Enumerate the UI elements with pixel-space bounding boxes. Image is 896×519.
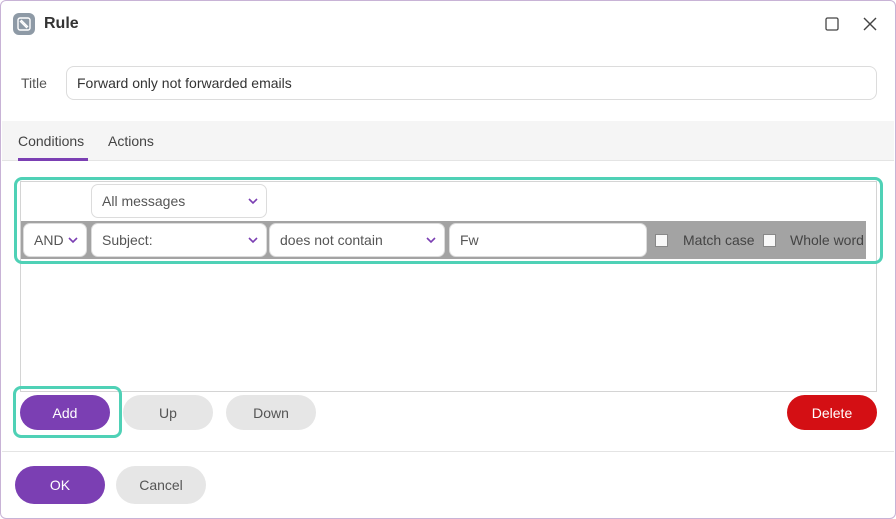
- close-button[interactable]: [859, 13, 881, 35]
- ok-button[interactable]: OK: [15, 466, 105, 504]
- title-label: Title: [21, 75, 47, 91]
- rule-app-icon: [13, 13, 35, 35]
- tab-bar: Conditions Actions: [2, 121, 894, 161]
- chevron-down-icon: [68, 237, 78, 244]
- maximize-icon: [825, 17, 839, 31]
- field-select-value: Subject:: [102, 232, 153, 248]
- chevron-down-icon: [248, 237, 258, 244]
- rule-dialog: Rule Title Conditions Actions All messag…: [0, 0, 896, 519]
- whole-word-checkbox[interactable]: [763, 234, 776, 247]
- active-tab-indicator: [18, 158, 88, 161]
- title-input[interactable]: [66, 66, 877, 100]
- footer-divider: [2, 451, 894, 452]
- delete-button[interactable]: Delete: [787, 395, 877, 430]
- tab-actions[interactable]: Actions: [108, 133, 154, 149]
- scope-select-value: All messages: [102, 193, 186, 209]
- add-button[interactable]: Add: [20, 395, 110, 430]
- chevron-down-icon: [426, 237, 436, 244]
- close-icon: [863, 17, 877, 31]
- join-select-value: AND: [34, 232, 64, 248]
- operator-select[interactable]: does not contain: [269, 223, 445, 257]
- window-title: Rule: [44, 15, 79, 32]
- whole-word-label: Whole word: [790, 232, 864, 248]
- maximize-button[interactable]: [821, 13, 843, 35]
- field-select[interactable]: Subject:: [91, 223, 267, 257]
- join-select[interactable]: AND: [23, 223, 87, 257]
- condition-value-input[interactable]: [449, 223, 647, 257]
- title-bar: Rule: [1, 1, 895, 47]
- up-button[interactable]: Up: [123, 395, 213, 430]
- scope-select[interactable]: All messages: [91, 184, 267, 218]
- operator-select-value: does not contain: [280, 232, 383, 248]
- match-case-label: Match case: [683, 232, 755, 248]
- cancel-button[interactable]: Cancel: [116, 466, 206, 504]
- down-button[interactable]: Down: [226, 395, 316, 430]
- tab-conditions[interactable]: Conditions: [18, 133, 84, 149]
- match-case-checkbox[interactable]: [655, 234, 668, 247]
- chevron-down-icon: [248, 198, 258, 205]
